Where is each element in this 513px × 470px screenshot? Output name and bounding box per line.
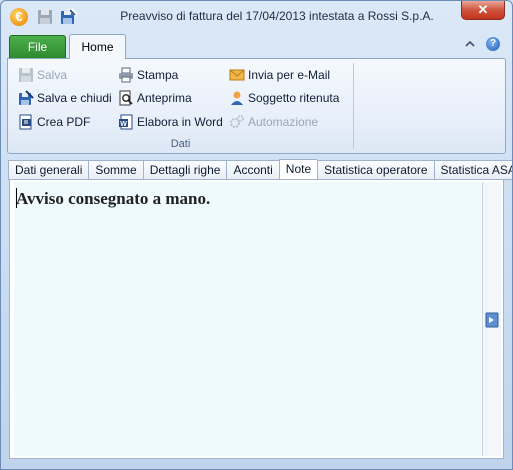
floppy-save-icon[interactable] — [37, 9, 53, 25]
app-window: € Preavviso di fattura del 17/04/2013 in… — [0, 0, 513, 470]
stampa-label: Stampa — [137, 68, 179, 82]
chevron-up-icon[interactable] — [464, 38, 476, 50]
home-tab[interactable]: Home — [69, 34, 126, 59]
document-tabs: Dati generali Somme Dettagli righe Acconti N… — [8, 159, 512, 180]
stampa-button[interactable]: Stampa — [118, 65, 178, 85]
text-caret — [16, 188, 17, 208]
note-text: Avviso consegnato a mano. — [16, 189, 211, 208]
tab-statistica-asa[interactable]: Statistica ASA — [433, 160, 512, 180]
invia-email-label: Invia per e-Mail — [248, 68, 331, 82]
user-icon — [231, 91, 243, 105]
envelope-icon — [229, 69, 245, 81]
elabora-word-button[interactable]: W Elabora in Word — [118, 112, 223, 132]
tab-somme[interactable]: Somme — [88, 160, 143, 180]
crea-pdf-label: Crea PDF — [37, 115, 91, 129]
help-icon[interactable]: ? — [486, 37, 500, 51]
automazione-label: Automazione — [248, 115, 319, 129]
salva-button[interactable]: Salva — [18, 65, 67, 85]
automazione-button[interactable]: Automazione — [229, 112, 318, 132]
gears-icon — [230, 115, 244, 128]
print-preview-icon — [119, 90, 133, 106]
window-title: Preavviso di fattura del 17/04/2013 inte… — [120, 9, 434, 23]
file-tab[interactable]: File — [9, 35, 66, 58]
save-close-icon — [19, 90, 34, 105]
title-bar: € Preavviso di fattura del 17/04/2013 in… — [1, 1, 512, 31]
tab-acconti[interactable]: Acconti — [226, 160, 279, 180]
note-textarea[interactable]: Avviso consegnato a mano. — [14, 182, 481, 456]
salva-chiudi-label: Salva e chiudi — [37, 91, 112, 105]
tab-note[interactable]: Note — [278, 159, 318, 180]
tab-statistica-operatore[interactable]: Statistica operatore — [317, 160, 434, 180]
floppy-save-icon — [19, 68, 33, 82]
soggetto-ritenuta-label: Soggetto ritenuta — [248, 91, 340, 105]
expand-icon[interactable] — [485, 312, 499, 328]
anteprima-button[interactable]: Anteprima — [118, 88, 192, 108]
svg-text:W: W — [120, 121, 127, 128]
tab-dati-generali[interactable]: Dati generali — [8, 160, 89, 180]
pdf-document-icon — [19, 114, 32, 130]
tab-dettagli-righe[interactable]: Dettagli righe — [142, 160, 227, 180]
elabora-word-label: Elabora in Word — [137, 115, 223, 129]
crea-pdf-button[interactable]: Crea PDF — [18, 112, 90, 132]
close-button[interactable]: ✕ — [461, 1, 505, 20]
ribbon-panel: Salva Salva e chiudi Crea PDF Stampa Ant… — [7, 58, 506, 154]
note-panel: Avviso consegnato a mano. — [9, 179, 504, 459]
save-close-icon[interactable] — [60, 7, 78, 25]
anteprima-label: Anteprima — [137, 91, 192, 105]
group-separator — [353, 63, 354, 149]
group-label-dati: Dati — [170, 138, 191, 150]
salva-chiudi-button[interactable]: Salva e chiudi — [18, 88, 112, 108]
euro-app-icon[interactable]: € — [10, 8, 28, 26]
invia-email-button[interactable]: Invia per e-Mail — [229, 65, 330, 85]
word-document-icon: W — [119, 114, 133, 130]
salva-label: Salva — [37, 68, 68, 82]
soggetto-ritenuta-button[interactable]: Soggetto ritenuta — [229, 88, 339, 108]
printer-icon — [119, 67, 133, 83]
